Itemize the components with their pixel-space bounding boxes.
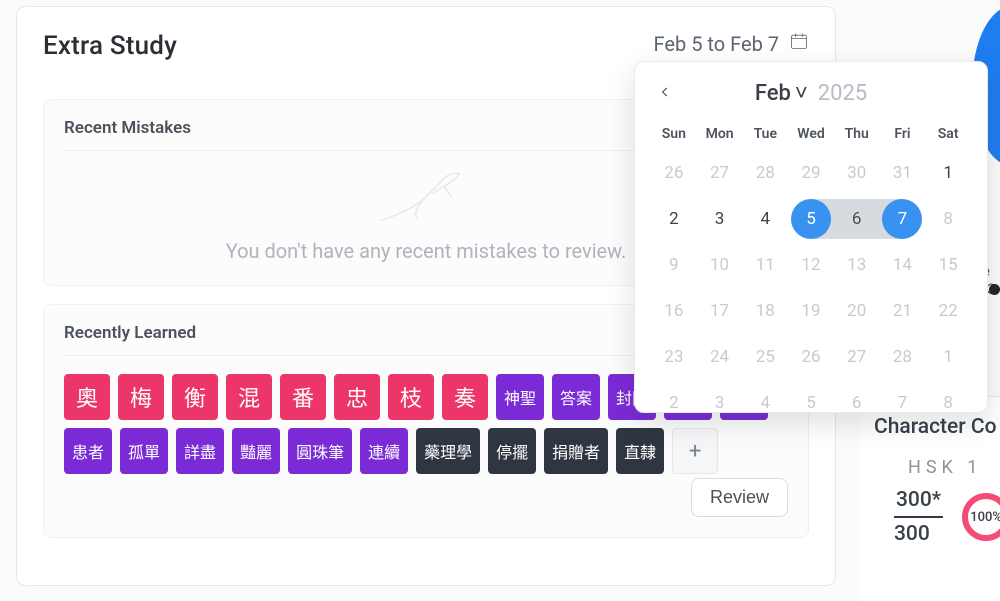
calendar-day[interactable]: 1 — [925, 334, 971, 380]
vocab-chip[interactable]: 奏 — [442, 374, 488, 420]
calendar-day[interactable]: 28 — [742, 150, 788, 196]
calendar-day[interactable]: 19 — [788, 288, 834, 334]
calendar-day[interactable]: 29 — [788, 150, 834, 196]
calendar-day[interactable]: 13 — [834, 242, 880, 288]
calendar-day[interactable]: 27 — [834, 334, 880, 380]
prev-month-button[interactable] — [653, 80, 677, 104]
calendar-day[interactable]: 26 — [788, 334, 834, 380]
vocab-chip[interactable]: 番 — [280, 374, 326, 420]
date-range-text: Feb 5 to Feb 7 — [654, 32, 779, 56]
chevron-down-icon: ˅ — [795, 80, 808, 106]
calendar-day[interactable]: 7 — [880, 380, 926, 426]
vocab-chip[interactable]: 圓珠筆 — [288, 428, 352, 474]
calendar-day[interactable]: 18 — [742, 288, 788, 334]
calendar-day[interactable]: 6 — [834, 380, 880, 426]
calendar-day[interactable]: 3 — [697, 196, 743, 242]
page-title: Extra Study — [43, 31, 177, 61]
calendar-icon — [789, 31, 809, 56]
date-picker-popover: Feb˅ 2025 SunMonTueWedThuFriSat262728293… — [634, 61, 988, 413]
add-chip-button[interactable]: + — [672, 428, 718, 474]
calendar-day[interactable]: 27 — [697, 150, 743, 196]
vocab-chip[interactable]: 詳盡 — [176, 428, 224, 474]
hsk-label: HSK 1 — [908, 457, 1000, 478]
vocab-chip[interactable]: 神聖 — [496, 374, 544, 420]
vocab-chip[interactable]: 豔麗 — [232, 428, 280, 474]
calendar-day[interactable]: 12 — [788, 242, 834, 288]
calendar-day[interactable]: 23 — [651, 334, 697, 380]
year-label: 2025 — [818, 81, 867, 106]
vocab-chip[interactable]: 混 — [226, 374, 272, 420]
calendar-day[interactable]: 5 — [788, 380, 834, 426]
empty-state-text: You don't have any recent mistakes to re… — [226, 239, 627, 263]
vocab-chip[interactable]: 奧 — [64, 374, 110, 420]
vocab-chip[interactable]: 忠 — [334, 374, 380, 420]
calendar-day[interactable]: 6 — [834, 196, 880, 242]
day-of-week-header: Fri — [880, 118, 926, 150]
calendar-day[interactable]: 8 — [925, 196, 971, 242]
calendar-day[interactable]: 17 — [697, 288, 743, 334]
vocab-chip[interactable]: 連續 — [360, 428, 408, 474]
empty-illustration-icon — [371, 159, 481, 235]
calendar-day[interactable]: 24 — [697, 334, 743, 380]
vocab-chip[interactable]: 衡 — [172, 374, 218, 420]
calendar-day[interactable]: 26 — [651, 150, 697, 196]
calendar-day[interactable]: 11 — [742, 242, 788, 288]
day-of-week-header: Thu — [834, 118, 880, 150]
calendar-day[interactable]: 7 — [880, 196, 926, 242]
coverage-count-denominator: 300 — [894, 518, 943, 546]
calendar-day[interactable]: 4 — [742, 196, 788, 242]
vocab-chip[interactable]: 捐贈者 — [544, 428, 608, 474]
vocab-chip[interactable]: 枝 — [388, 374, 434, 420]
coverage-count-numerator: 300* — [894, 488, 943, 518]
review-button[interactable]: Review — [691, 478, 788, 517]
calendar-day[interactable]: 4 — [742, 380, 788, 426]
vocab-chip[interactable]: 答案 — [552, 374, 600, 420]
vocab-chip[interactable]: 梅 — [118, 374, 164, 420]
vocab-chip[interactable]: 停擺 — [488, 428, 536, 474]
calendar-day[interactable]: 16 — [651, 288, 697, 334]
toggle-dot-icon[interactable] — [989, 284, 1000, 295]
date-range-picker[interactable]: Feb 5 to Feb 7 — [654, 31, 809, 56]
vocab-chip[interactable]: 患者 — [64, 428, 112, 474]
calendar-day[interactable]: 15 — [925, 242, 971, 288]
coverage-percent: 100% — [961, 492, 1000, 542]
calendar-day[interactable]: 10 — [697, 242, 743, 288]
vocab-chip[interactable]: 直隸 — [616, 428, 664, 474]
calendar-day[interactable]: 2 — [651, 380, 697, 426]
calendar-day[interactable]: 2 — [651, 196, 697, 242]
calendar-day[interactable]: 14 — [880, 242, 926, 288]
calendar-day[interactable]: 9 — [651, 242, 697, 288]
character-coverage-card: Character Co HSK 1 300* 300 100% — [860, 397, 1000, 601]
calendar-day[interactable]: 30 — [834, 150, 880, 196]
calendar-day[interactable]: 5 — [788, 196, 834, 242]
calendar-day[interactable]: 8 — [925, 380, 971, 426]
vocab-chip[interactable]: 藥理學 — [416, 428, 480, 474]
calendar-day[interactable]: 31 — [880, 150, 926, 196]
day-of-week-header: Sun — [651, 118, 697, 150]
coverage-ring: 100% — [961, 492, 1000, 542]
calendar-day[interactable]: 25 — [742, 334, 788, 380]
day-of-week-header: Tue — [742, 118, 788, 150]
day-of-week-header: Wed — [788, 118, 834, 150]
day-of-week-header: Mon — [697, 118, 743, 150]
vocab-chip[interactable]: 孤單 — [120, 428, 168, 474]
calendar-day[interactable]: 22 — [925, 288, 971, 334]
day-of-week-header: Sat — [925, 118, 971, 150]
calendar-day[interactable]: 28 — [880, 334, 926, 380]
month-selector[interactable]: Feb˅ — [755, 80, 808, 106]
calendar-day[interactable]: 3 — [697, 380, 743, 426]
calendar-day[interactable]: 20 — [834, 288, 880, 334]
calendar-day[interactable]: 21 — [880, 288, 926, 334]
calendar-day[interactable]: 1 — [925, 150, 971, 196]
